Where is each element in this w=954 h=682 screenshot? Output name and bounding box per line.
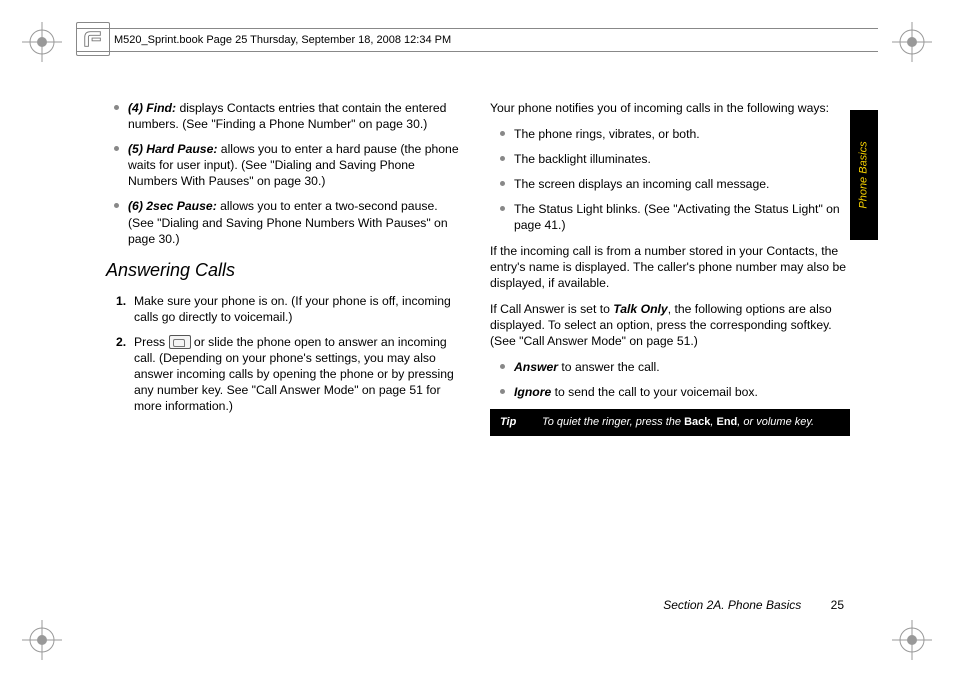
right-bullet: Answer to answer the call. [490, 359, 850, 375]
step-text: Make sure your phone is on. (If your pho… [134, 294, 451, 324]
right-bullet: The screen displays an incoming call mes… [490, 176, 850, 192]
right-bullet: Ignore to send the call to your voicemai… [490, 384, 850, 400]
paragraph: Your phone notifies you of incoming call… [490, 100, 850, 116]
tip-label: Tip [500, 415, 524, 430]
crop-mark-bl [22, 620, 62, 660]
crop-mark-tr [892, 22, 932, 62]
left-bullet: (4) Find: displays Contacts entries that… [104, 100, 464, 132]
left-bullet: (5) Hard Pause: allows you to enter a ha… [104, 141, 464, 189]
footer-page-number: 25 [831, 598, 844, 612]
crop-mark-br [892, 620, 932, 660]
page-content: (4) Find: displays Contacts entries that… [104, 100, 856, 600]
bullet-label: (5) Hard Pause: [128, 142, 217, 156]
footer-section: Section 2A. Phone Basics [663, 598, 801, 612]
bullet-label: (4) Find: [128, 101, 176, 115]
page-footer: Section 2A. Phone Basics 25 [663, 598, 844, 612]
crop-mark-tl [22, 22, 62, 62]
bullet-label: (6) 2sec Pause: [128, 199, 217, 213]
right-bullet: The phone rings, vibrates, or both. [490, 126, 850, 142]
step-item: Press or slide the phone open to answer … [116, 334, 464, 414]
header-fileinfo-bar: M520_Sprint.book Page 25 Thursday, Septe… [76, 28, 878, 52]
side-tab-label: Phone Basics [858, 141, 870, 208]
right-bullet: The backlight illuminates. [490, 151, 850, 167]
step-item: Make sure your phone is on. (If your pho… [116, 293, 464, 325]
paragraph: If Call Answer is set to Talk Only, the … [490, 301, 850, 349]
header-fileinfo-text: M520_Sprint.book Page 25 Thursday, Septe… [114, 34, 451, 46]
left-column: (4) Find: displays Contacts entries that… [104, 100, 464, 600]
left-bullet: (6) 2sec Pause: allows you to enter a tw… [104, 198, 464, 246]
bullet-text: displays Contacts entries that contain t… [128, 101, 446, 131]
right-bullet: The Status Light blinks. (See "Activatin… [490, 201, 850, 233]
step-text: Press or slide the phone open to answer … [134, 335, 454, 413]
subheading-answering-calls: Answering Calls [106, 259, 464, 283]
tip-box: Tip To quiet the ringer, press the Back,… [490, 409, 850, 436]
talk-key-icon [169, 335, 191, 349]
tip-text: To quiet the ringer, press the Back, End… [542, 415, 814, 430]
right-column: Your phone notifies you of incoming call… [490, 100, 850, 600]
paragraph: If the incoming call is from a number st… [490, 243, 850, 291]
